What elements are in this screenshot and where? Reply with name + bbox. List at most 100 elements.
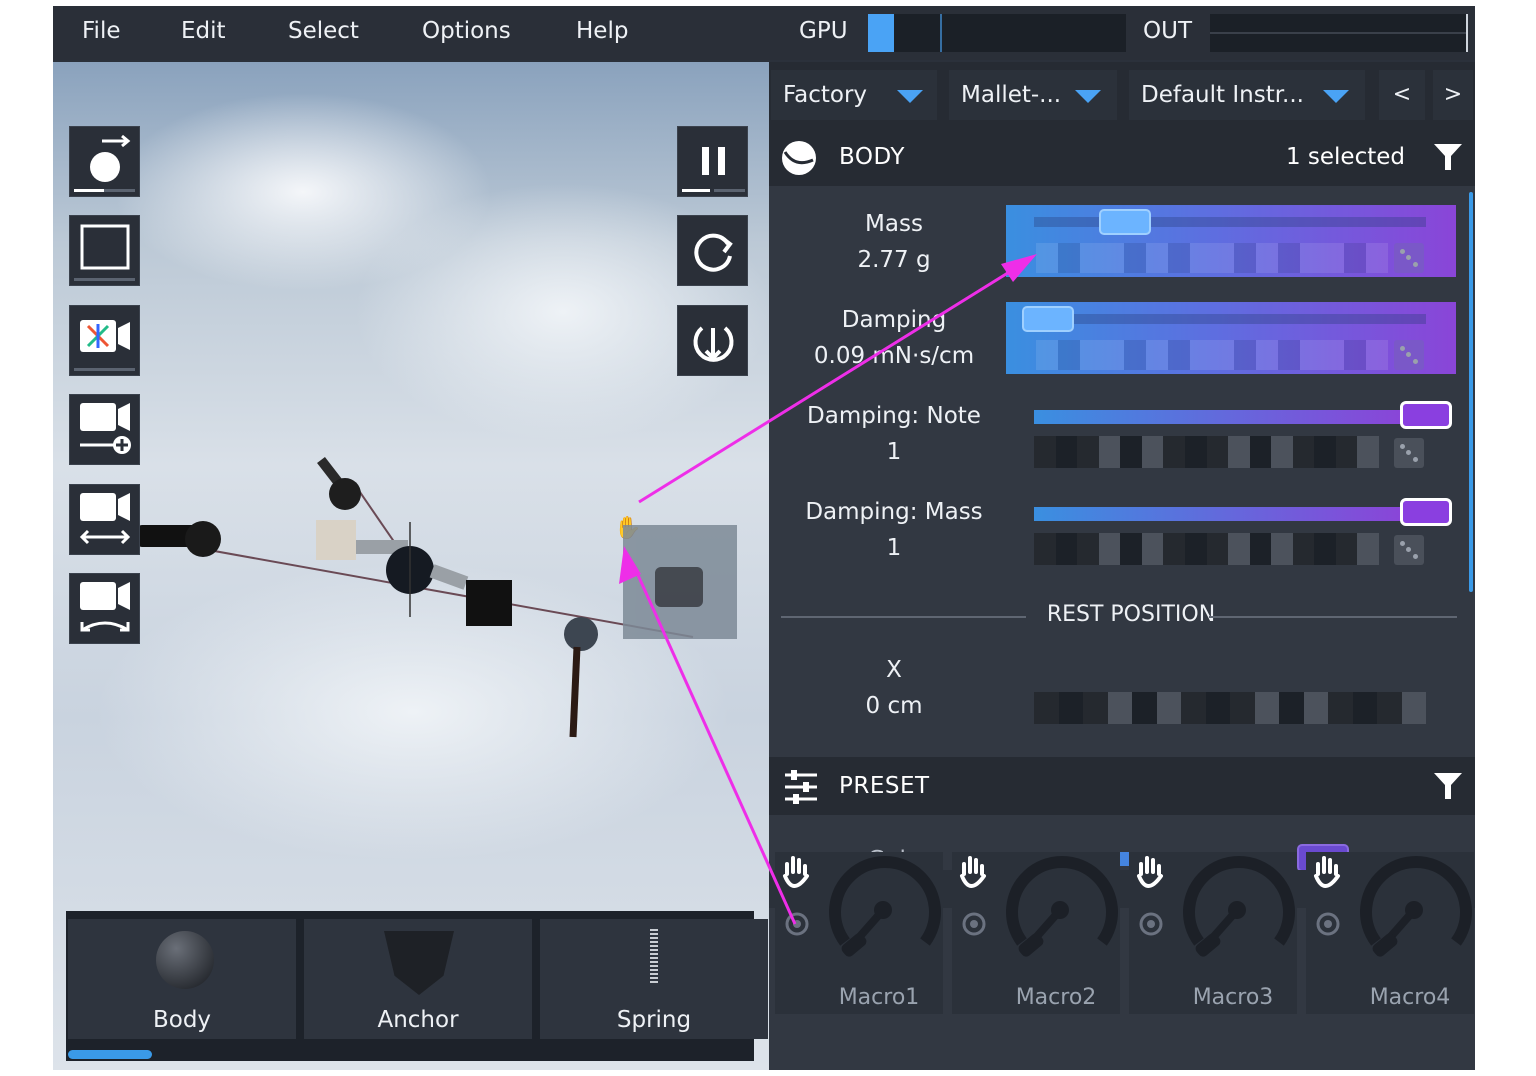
camera-pan-button[interactable] — [69, 484, 140, 555]
camera-orbit-icon — [80, 582, 130, 632]
macro-label: Macro3 — [1192, 985, 1274, 1010]
modulation-step — [1168, 340, 1190, 370]
filter-icon[interactable] — [1433, 771, 1463, 801]
menu-help[interactable]: Help — [576, 6, 628, 60]
modulation-step — [1034, 692, 1059, 724]
modulation-step — [1120, 533, 1142, 565]
damping-modulation-strip — [1036, 340, 1396, 370]
modulation-step — [1322, 340, 1344, 370]
next-preset-button[interactable]: > — [1433, 70, 1473, 120]
modulation-step — [1328, 692, 1353, 724]
object-anchor-tile[interactable]: Anchor — [304, 919, 532, 1039]
modulation-step — [1335, 436, 1358, 468]
macro-2-knob[interactable]: Macro2 — [952, 852, 1120, 1014]
out-meter-edge — [1466, 14, 1468, 52]
modulation-step — [1230, 692, 1255, 724]
palette-scroll-indicator[interactable] — [68, 1050, 152, 1059]
add-camera-button[interactable] — [69, 394, 140, 465]
macro-label: Macro2 — [1015, 985, 1097, 1010]
damping-slider[interactable] — [1006, 302, 1456, 374]
modulation-step — [1278, 243, 1300, 273]
camera-add-icon — [80, 403, 131, 454]
modulation-step — [1212, 340, 1234, 370]
modulation-step — [1124, 243, 1146, 273]
filter-icon[interactable] — [1433, 142, 1463, 172]
modulation-step — [1292, 533, 1315, 565]
category-dropdown[interactable]: Mallet-... — [949, 70, 1117, 120]
tool-indicator — [74, 278, 135, 281]
anchor-drag-preview — [623, 525, 737, 639]
dice-icon[interactable] — [1394, 535, 1424, 565]
modulation-step — [1256, 340, 1278, 370]
add-body-tool-button[interactable] — [69, 126, 140, 197]
modulation-step — [1249, 533, 1272, 565]
mass-slider[interactable] — [1006, 205, 1456, 277]
modulation-step — [1300, 340, 1322, 370]
panel-scrollbar[interactable] — [1469, 192, 1473, 592]
instrument-dropdown[interactable]: Default Instr... — [1129, 70, 1365, 120]
modulation-step — [1156, 692, 1181, 724]
damping-note-track — [1034, 410, 1404, 424]
macro-3-knob[interactable]: Macro3 — [1129, 852, 1297, 1014]
dice-icon[interactable] — [1394, 340, 1424, 370]
bank-dropdown[interactable]: Factory — [771, 70, 937, 120]
modulation-step — [1366, 243, 1388, 273]
3d-viewport[interactable]: ✋ — [53, 62, 769, 1070]
damping-note-thumb[interactable] — [1400, 401, 1452, 429]
object-body-tile[interactable]: Body — [68, 919, 296, 1039]
gpu-peak-marker — [940, 14, 942, 52]
damping-slider-thumb[interactable] — [1022, 306, 1074, 332]
damping-mass-slider[interactable] — [1034, 498, 1454, 526]
dice-icon[interactable] — [1394, 243, 1424, 273]
menu-options[interactable]: Options — [422, 6, 511, 60]
modulation-step — [1120, 436, 1142, 468]
dice-icon[interactable] — [1394, 438, 1424, 468]
damping-mass-thumb[interactable] — [1400, 498, 1452, 526]
camera-axis-tool-button[interactable] — [69, 305, 140, 376]
modulation-step — [1322, 243, 1344, 273]
modulation-step — [1335, 533, 1358, 565]
previous-preset-button[interactable]: < — [1379, 70, 1425, 120]
modulation-step — [1190, 243, 1212, 273]
macro-4-knob[interactable]: Macro4 — [1306, 852, 1474, 1014]
modulation-step — [1168, 243, 1190, 273]
frame-tool-button[interactable] — [69, 215, 140, 286]
menu-select[interactable]: Select — [288, 6, 359, 60]
refresh-icon — [694, 233, 733, 272]
pause-button[interactable] — [677, 126, 748, 197]
modulation-step — [1077, 436, 1099, 468]
modulation-step — [1124, 340, 1146, 370]
out-meter — [1210, 14, 1468, 52]
modulation-step — [1206, 436, 1229, 468]
reset-button[interactable] — [677, 215, 748, 286]
drop-button[interactable] — [677, 305, 748, 376]
camera-axes-icon — [80, 320, 130, 352]
rest-x-modulation-strip[interactable] — [1034, 692, 1426, 724]
rest-position-divider: REST POSITION — [781, 602, 1457, 632]
body-section-header[interactable]: BODY 1 selected — [769, 128, 1475, 186]
modulation-step — [1181, 692, 1206, 724]
menu-edit[interactable]: Edit — [181, 6, 226, 60]
modulation-step — [1352, 692, 1377, 724]
macro-1-knob[interactable]: Macro1 — [775, 852, 943, 1014]
sliders-icon — [785, 770, 817, 804]
modulation-step — [1303, 692, 1328, 724]
menu-file[interactable]: File — [82, 6, 121, 60]
modulation-step — [1058, 243, 1080, 273]
frame-icon — [80, 224, 130, 270]
camera-orbit-button[interactable] — [69, 573, 140, 644]
mass-slider-track — [1034, 217, 1426, 227]
damping-note-modulation-strip — [1034, 436, 1379, 468]
damping-note-slider[interactable] — [1034, 401, 1454, 429]
mass-value: 2.77 g — [857, 247, 931, 273]
modulation-step — [1271, 533, 1293, 565]
preset-section-header[interactable]: PRESET — [769, 757, 1475, 815]
mass-slider-thumb[interactable] — [1099, 209, 1152, 235]
object-spring-tile[interactable]: Spring — [540, 919, 768, 1039]
divider-line — [1209, 616, 1457, 618]
mallet-rig-scene[interactable] — [53, 62, 769, 922]
anchor-icon — [384, 931, 454, 995]
modulation-step — [1058, 340, 1080, 370]
macro-knob-icon — [1314, 856, 1472, 957]
damping-mass-label: Damping: Mass — [805, 499, 983, 525]
